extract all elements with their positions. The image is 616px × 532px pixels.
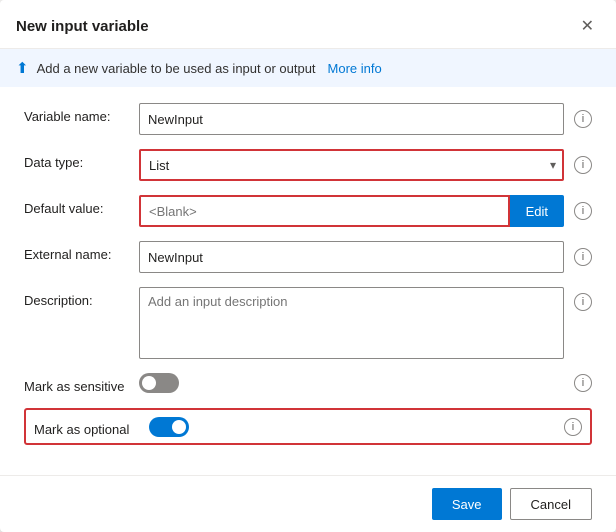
external-name-label: External name: xyxy=(24,241,139,262)
data-type-row: Data type: Boolean DateTime Encrypted Er… xyxy=(24,149,592,181)
default-value-info-icon[interactable]: i xyxy=(574,202,592,220)
data-type-label: Data type: xyxy=(24,149,139,170)
mark-optional-info-icon[interactable]: i xyxy=(564,418,582,436)
description-info-icon[interactable]: i xyxy=(574,293,592,311)
mark-optional-row: Mark as optional i xyxy=(24,408,592,445)
dialog-footer: Save Cancel xyxy=(0,475,616,532)
description-label: Description: xyxy=(24,287,139,308)
external-name-info-icon[interactable]: i xyxy=(574,248,592,266)
mark-sensitive-toggle-wrap xyxy=(139,373,179,393)
dialog-header: New input variable ✕ xyxy=(0,0,616,49)
new-input-variable-dialog: New input variable ✕ ⬆ Add a new variabl… xyxy=(0,0,616,532)
mark-optional-toggle[interactable] xyxy=(149,417,189,437)
data-type-select-wrap: Boolean DateTime Encrypted Error Float I… xyxy=(139,149,564,181)
mark-sensitive-row: Mark as sensitive i xyxy=(24,373,592,394)
data-type-select[interactable]: Boolean DateTime Encrypted Error Float I… xyxy=(139,149,564,181)
external-name-row: External name: i xyxy=(24,241,592,273)
mark-optional-toggle-wrap xyxy=(149,417,189,437)
upload-icon: ⬆ xyxy=(16,59,29,77)
data-type-control: Boolean DateTime Encrypted Error Float I… xyxy=(139,149,592,181)
external-name-control: i xyxy=(139,241,592,273)
description-textarea[interactable] xyxy=(139,287,564,359)
default-value-label: Default value: xyxy=(24,195,139,216)
mark-sensitive-toggle[interactable] xyxy=(139,373,179,393)
default-value-input[interactable] xyxy=(139,195,510,227)
close-button[interactable]: ✕ xyxy=(575,14,600,38)
description-row: Description: i xyxy=(24,287,592,359)
default-value-control: Edit i xyxy=(139,195,592,227)
mark-sensitive-control: i xyxy=(139,373,592,393)
form-body: Variable name: i Data type: Boolean Date… xyxy=(0,87,616,475)
variable-name-label: Variable name: xyxy=(24,103,139,124)
variable-name-info-icon[interactable]: i xyxy=(574,110,592,128)
save-button[interactable]: Save xyxy=(432,488,502,520)
mark-sensitive-slider xyxy=(139,373,179,393)
mark-sensitive-label: Mark as sensitive xyxy=(24,373,139,394)
edit-button[interactable]: Edit xyxy=(510,195,564,227)
info-banner: ⬆ Add a new variable to be used as input… xyxy=(0,49,616,87)
variable-name-row: Variable name: i xyxy=(24,103,592,135)
mark-optional-control: i xyxy=(149,417,582,437)
variable-name-input[interactable] xyxy=(139,103,564,135)
description-control: i xyxy=(139,287,592,359)
data-type-info-icon[interactable]: i xyxy=(574,156,592,174)
mark-optional-label: Mark as optional xyxy=(34,416,149,437)
dialog-title: New input variable xyxy=(16,18,149,35)
more-info-link[interactable]: More info xyxy=(328,61,382,76)
mark-optional-slider xyxy=(149,417,189,437)
cancel-button[interactable]: Cancel xyxy=(510,488,592,520)
default-value-row: Default value: Edit i xyxy=(24,195,592,227)
variable-name-control: i xyxy=(139,103,592,135)
default-value-wrap: Edit xyxy=(139,195,564,227)
external-name-input[interactable] xyxy=(139,241,564,273)
mark-sensitive-info-icon[interactable]: i xyxy=(574,374,592,392)
banner-text: Add a new variable to be used as input o… xyxy=(37,61,316,76)
